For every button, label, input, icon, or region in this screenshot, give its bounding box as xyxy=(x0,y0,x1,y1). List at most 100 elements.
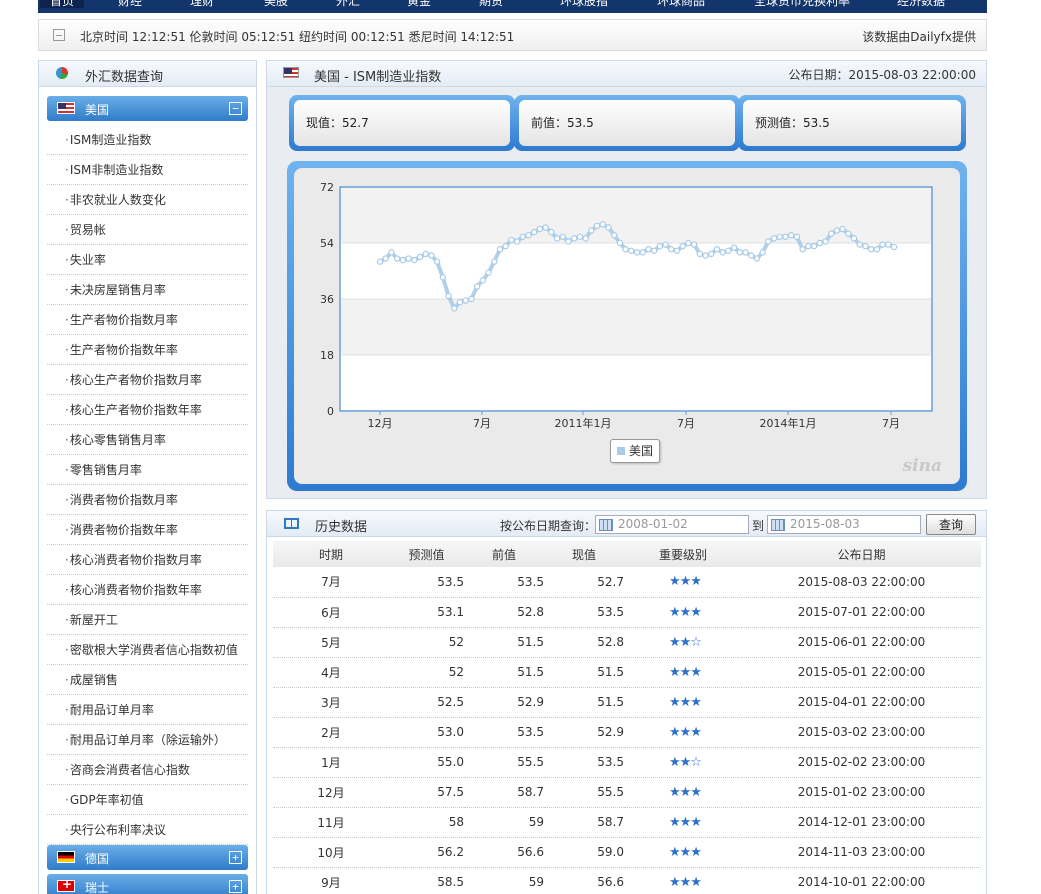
data-point xyxy=(702,252,709,259)
data-point xyxy=(405,255,412,262)
indicator-item[interactable]: 贸易帐 xyxy=(47,215,248,245)
indicator-item[interactable]: 核心消费者物价指数年率 xyxy=(47,575,248,605)
data-point xyxy=(862,242,869,250)
indicator-item[interactable]: GDP年率初值 xyxy=(47,785,248,815)
indicator-item[interactable]: 消费者物价指数年率 xyxy=(47,515,248,545)
indicator-item[interactable]: 未决房屋销售月率 xyxy=(47,275,248,305)
to-date-input[interactable]: 2015-08-03 xyxy=(767,515,921,534)
expand-icon[interactable]: + xyxy=(229,851,242,864)
importance-stars: ★★★ xyxy=(624,777,742,808)
importance-stars: ★★☆ xyxy=(624,627,742,658)
row-previous: 52.9 xyxy=(464,687,544,718)
expand-icon[interactable]: + xyxy=(229,880,242,893)
indicator-item[interactable]: 耐用品订单月率 xyxy=(47,695,248,725)
nav-currency-rates[interactable]: 全球货币兑换利率 xyxy=(754,0,850,8)
data-point xyxy=(422,250,429,258)
indicator-item[interactable]: 核心生产者物价指数月率 xyxy=(47,365,248,395)
indicator-item[interactable]: ISM非制造业指数 xyxy=(47,155,248,185)
row-publish-date: 2015-08-03 22:00:00 xyxy=(742,567,981,598)
from-date-input[interactable]: 2008-01-02 xyxy=(595,515,749,534)
indicator-item[interactable]: 密歇根大学消费者信心指数初值 xyxy=(47,635,248,665)
country-us[interactable]: 美国 − xyxy=(47,96,248,121)
data-point xyxy=(633,249,641,256)
data-point xyxy=(536,225,544,233)
row-actual: 59.0 xyxy=(544,837,624,868)
row-publish-date: 2015-02-02 23:00:00 xyxy=(742,747,981,778)
importance-stars: ★★★ xyxy=(624,807,742,838)
data-point xyxy=(376,258,384,265)
chart-legend[interactable]: 美国 xyxy=(610,439,661,463)
col-publish-date: 公布日期 xyxy=(742,541,981,567)
history-header: 历史数据 按公布日期查询： 2008-01-02 到 2015-08-03 查询 xyxy=(267,511,986,537)
row-forecast: 56.2 xyxy=(389,837,464,868)
country-switzerland[interactable]: 瑞士 + xyxy=(47,874,248,894)
indicator-item[interactable]: 消费者物价指数月率 xyxy=(47,485,248,515)
nav-finance[interactable]: 财经 xyxy=(118,0,142,8)
calendar-icon[interactable] xyxy=(599,519,613,531)
col-actual: 现值 xyxy=(544,541,624,567)
indicator-item[interactable]: 生产者物价指数月率 xyxy=(47,305,248,335)
data-point xyxy=(593,222,601,230)
indicator-item[interactable]: 非农就业人数变化 xyxy=(47,185,248,215)
indicator-item[interactable]: 耐用品订单月率（除运输外） xyxy=(47,725,248,755)
nav-futures[interactable]: 期货 xyxy=(479,0,503,8)
data-point xyxy=(816,239,823,247)
indicator-item[interactable]: 央行公布利率决议 xyxy=(47,815,248,845)
data-point xyxy=(622,246,629,253)
nav-us-stocks[interactable]: 美股 xyxy=(264,0,288,8)
nav-gold[interactable]: 黄金 xyxy=(407,0,431,8)
country-germany[interactable]: 德国 + xyxy=(47,845,248,870)
nav-wealth[interactable]: 理财 xyxy=(190,0,214,8)
data-point xyxy=(565,238,572,245)
row-previous: 58.7 xyxy=(464,777,544,808)
table-row: 12月 57.5 58.7 55.5 ★★★ 2015-01-02 23:00:00 xyxy=(273,777,981,808)
data-point xyxy=(628,247,635,254)
table-row: 7月 53.5 53.5 52.7 ★★★ 2015-08-03 22:00:00 xyxy=(273,567,981,598)
nav-global-indices[interactable]: 环球股指 xyxy=(560,0,608,8)
indicator-item[interactable]: 成屋销售 xyxy=(47,665,248,695)
y-tick-label: 18 xyxy=(320,349,334,362)
row-forecast: 52 xyxy=(389,627,464,658)
row-period: 12月 xyxy=(273,777,389,808)
row-previous: 55.5 xyxy=(464,747,544,778)
indicator-item[interactable]: 失业率 xyxy=(47,245,248,275)
actual-value: 现值：52.7 xyxy=(306,116,369,130)
row-publish-date: 2015-06-01 22:00:00 xyxy=(742,627,981,658)
nav-home[interactable]: 首页 xyxy=(40,0,85,8)
query-button[interactable]: 查询 xyxy=(926,514,976,535)
data-point xyxy=(485,269,492,276)
row-period: 3月 xyxy=(273,687,389,718)
row-actual: 53.5 xyxy=(544,747,624,778)
col-period: 时期 xyxy=(273,541,389,567)
indicator-item[interactable]: 咨商会消费者信心指数 xyxy=(47,755,248,785)
row-publish-date: 2015-03-02 23:00:00 xyxy=(742,717,981,748)
query-label: 按公布日期查询： xyxy=(500,519,597,533)
indicator-item[interactable]: ISM制造业指数 xyxy=(47,125,248,155)
importance-stars: ★★★ xyxy=(624,657,742,688)
importance-stars: ★★☆ xyxy=(624,747,742,778)
calendar-icon[interactable] xyxy=(771,519,785,531)
collapse-icon[interactable]: − xyxy=(229,102,242,115)
indicator-item[interactable]: 生产者物价指数年率 xyxy=(47,335,248,365)
data-point xyxy=(690,241,698,248)
data-point xyxy=(753,255,761,262)
data-point xyxy=(542,224,549,231)
data-point xyxy=(382,255,389,262)
nav-global-commodities[interactable]: 环球商品 xyxy=(657,0,705,8)
indicator-item[interactable]: 新屋开工 xyxy=(47,605,248,635)
nav-economic-data[interactable]: 经济数据 xyxy=(897,0,945,8)
col-importance: 重要级别 xyxy=(624,541,742,567)
data-point xyxy=(468,295,475,303)
indicator-item[interactable]: 零售销售月率 xyxy=(47,455,248,485)
previous-value-card: 前值：53.5 xyxy=(514,95,740,151)
indicator-item[interactable]: 核心生产者物价指数年率 xyxy=(47,395,248,425)
data-point xyxy=(411,256,418,264)
importance-stars: ★★★ xyxy=(624,717,742,748)
table-row: 4月 52 51.5 51.5 ★★★ 2015-05-01 22:00:00 xyxy=(273,657,981,688)
data-point xyxy=(673,247,681,254)
time-ticker: 北京时间 12:12:51 伦敦时间 05:12:51 纽约时间 00:12:5… xyxy=(38,19,987,51)
indicator-item[interactable]: 核心消费者物价指数月率 xyxy=(47,545,248,575)
nav-forex[interactable]: 外汇 xyxy=(336,0,360,8)
indicator-panel: 美国 - ISM制造业指数 公布日期：2015-08-03 22:00:00 现… xyxy=(266,60,987,499)
indicator-item[interactable]: 核心零售销售月率 xyxy=(47,425,248,455)
